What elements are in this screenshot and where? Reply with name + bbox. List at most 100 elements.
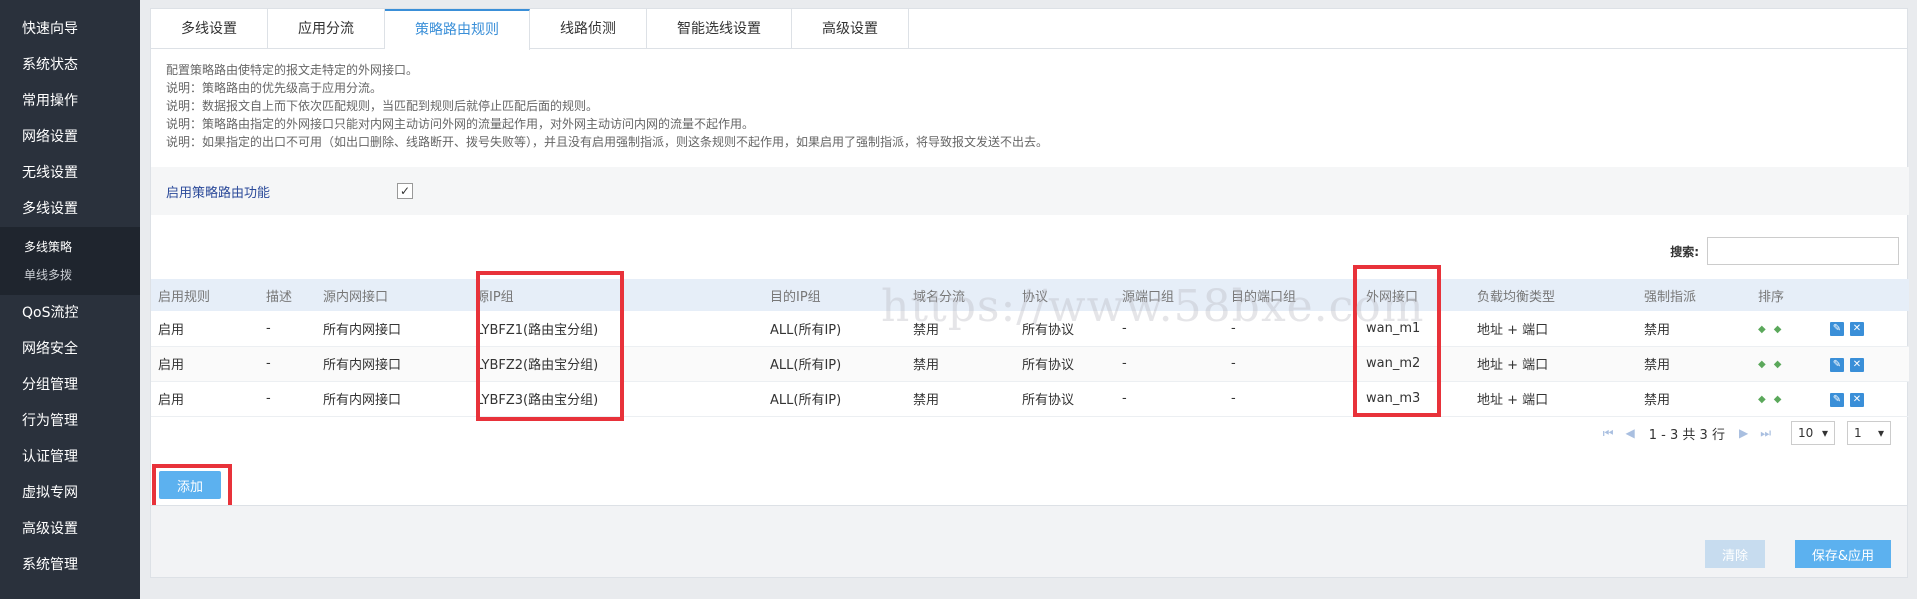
cell-domain-split: 禁用: [906, 381, 1015, 417]
sidebar-item-common-ops[interactable]: 常用操作: [0, 83, 140, 119]
rules-table: 启用规则 描述 源内网接口 源IP组 目的IP组 域名分流 协议 源端口组 目的…: [151, 279, 1909, 417]
page-size-select[interactable]: 10 ▾: [1791, 421, 1835, 445]
sidebar-item-wireless[interactable]: 无线设置: [0, 155, 140, 191]
cell-lb-type: 地址 + 端口: [1470, 311, 1637, 347]
tab-multiline-settings[interactable]: 多线设置: [151, 9, 268, 49]
cell-src-ip-group: LYBFZ2(路由宝分组): [469, 346, 763, 382]
first-page-icon[interactable]: ⏮: [1603, 426, 1614, 441]
next-page-icon[interactable]: ▶: [1739, 426, 1748, 440]
col-header-protocol[interactable]: 协议: [1015, 279, 1115, 311]
cell-wan-iface: wan_m2: [1359, 346, 1470, 382]
sidebar-item-qos[interactable]: QoS流控: [0, 295, 140, 331]
search-input[interactable]: [1707, 237, 1899, 265]
sidebar-item-advanced[interactable]: 高级设置: [0, 511, 140, 547]
cell-dst-port-group: -: [1224, 346, 1359, 382]
delete-icon[interactable]: ✕: [1850, 357, 1864, 372]
sidebar-subitem-multiline-policy[interactable]: 多线策略: [0, 233, 140, 261]
tab-line-detect[interactable]: 线路侦测: [530, 9, 647, 49]
cell-src-iface: 所有内网接口: [316, 346, 469, 382]
cell-force-assign: 禁用: [1637, 311, 1751, 347]
cell-dst-ip-group: ALL(所有IP): [763, 311, 906, 347]
cell-order: ◆ ◆: [1751, 346, 1823, 382]
sidebar-item-quick-guide[interactable]: 快速向导: [0, 11, 140, 47]
sidebar: 快速向导 系统状态 常用操作 网络设置 无线设置 多线设置 多线策略 单线多拨 …: [0, 0, 140, 599]
edit-icon[interactable]: ✎: [1830, 357, 1844, 372]
table-header-row: 启用规则 描述 源内网接口 源IP组 目的IP组 域名分流 协议 源端口组 目的…: [151, 279, 1909, 311]
cell-desc: -: [259, 381, 316, 417]
arrow-down-icon[interactable]: ◆: [1774, 359, 1782, 370]
tab-app-split[interactable]: 应用分流: [268, 9, 385, 49]
note-line: 说明：如果指定的出口不可用（如出口删除、线路断开、拨号失败等），并且没有启用强制…: [166, 135, 1049, 149]
edit-icon[interactable]: ✎: [1830, 392, 1844, 407]
col-header-domain-split[interactable]: 域名分流: [906, 279, 1015, 311]
pagination: ⏮ ◀ 1 - 3 共 3 行 ▶ ⏭ 10 ▾ 1 ▾: [1597, 421, 1891, 445]
sidebar-item-system-status[interactable]: 系统状态: [0, 47, 140, 83]
cell-protocol: 所有协议: [1015, 311, 1115, 347]
col-header-dst-port-group[interactable]: 目的端口组: [1224, 279, 1359, 311]
tab-smart-line[interactable]: 智能选线设置: [647, 9, 792, 49]
table-row: 启用 - 所有内网接口 LYBFZ1(路由宝分组) ALL(所有IP) 禁用 所…: [151, 311, 1909, 347]
cell-src-ip-group: LYBFZ3(路由宝分组): [469, 381, 763, 417]
cell-src-iface: 所有内网接口: [316, 381, 469, 417]
cell-src-ip-group: LYBFZ1(路由宝分组): [469, 311, 763, 347]
table-row: 启用 - 所有内网接口 LYBFZ2(路由宝分组) ALL(所有IP) 禁用 所…: [151, 346, 1909, 382]
enable-policy-row: 启用策略路由功能 ✓: [151, 167, 1909, 215]
cell-actions: ✎ ✕: [1823, 311, 1909, 347]
cell-domain-split: 禁用: [906, 346, 1015, 382]
col-header-force-assign[interactable]: 强制指派: [1637, 279, 1751, 311]
enable-policy-checkbox[interactable]: ✓: [397, 183, 413, 199]
col-header-src-port-group[interactable]: 源端口组: [1115, 279, 1224, 311]
tab-advanced[interactable]: 高级设置: [792, 9, 909, 49]
delete-icon[interactable]: ✕: [1850, 322, 1864, 337]
add-rule-button[interactable]: 添加: [159, 471, 221, 499]
prev-page-icon[interactable]: ◀: [1626, 426, 1635, 440]
sidebar-item-auth-mgmt[interactable]: 认证管理: [0, 439, 140, 475]
col-header-dst-ip-group[interactable]: 目的IP组: [763, 279, 906, 311]
cell-actions: ✎ ✕: [1823, 346, 1909, 382]
cell-dst-port-group: -: [1224, 311, 1359, 347]
note-line: 说明：策略路由的优先级高于应用分流。: [166, 81, 383, 95]
col-header-src-iface[interactable]: 源内网接口: [316, 279, 469, 311]
pagination-summary: 1 - 3 共 3 行: [1648, 427, 1725, 443]
cell-wan-iface: wan_m1: [1359, 311, 1470, 347]
cell-order: ◆ ◆: [1751, 381, 1823, 417]
sidebar-item-security[interactable]: 网络安全: [0, 331, 140, 367]
sidebar-item-system-mgmt[interactable]: 系统管理: [0, 547, 140, 583]
arrow-up-icon[interactable]: ◆: [1758, 394, 1766, 405]
delete-icon[interactable]: ✕: [1850, 392, 1864, 407]
tab-policy-routing[interactable]: 策略路由规则: [385, 9, 530, 50]
arrow-up-icon[interactable]: ◆: [1758, 324, 1766, 335]
last-page-icon[interactable]: ⏭: [1760, 426, 1771, 441]
cell-enable: 启用: [151, 381, 259, 417]
arrow-up-icon[interactable]: ◆: [1758, 359, 1766, 370]
sidebar-item-behavior-mgmt[interactable]: 行为管理: [0, 403, 140, 439]
col-header-wan-iface[interactable]: 外网接口: [1359, 279, 1470, 311]
table-row: 启用 - 所有内网接口 LYBFZ3(路由宝分组) ALL(所有IP) 禁用 所…: [151, 381, 1909, 417]
arrow-down-icon[interactable]: ◆: [1774, 394, 1782, 405]
col-header-desc[interactable]: 描述: [259, 279, 316, 311]
sidebar-item-multiline[interactable]: 多线设置: [0, 191, 140, 227]
enable-policy-label: 启用策略路由功能: [166, 186, 271, 201]
cell-desc: -: [259, 311, 316, 347]
note-line: 配置策略路由使特定的报文走特定的外网接口。: [166, 63, 419, 77]
sidebar-subitem-single-multi-dial[interactable]: 单线多拨: [0, 261, 140, 289]
cell-actions: ✎ ✕: [1823, 381, 1909, 417]
sidebar-item-group-mgmt[interactable]: 分组管理: [0, 367, 140, 403]
cell-wan-iface: wan_m3: [1359, 381, 1470, 417]
note-line: 说明：数据报文自上而下依次匹配规则，当匹配到规则后就停止匹配后面的规则。: [166, 99, 599, 113]
clear-button[interactable]: 清除: [1705, 540, 1765, 568]
arrow-down-icon[interactable]: ◆: [1774, 324, 1782, 335]
page-number-select[interactable]: 1 ▾: [1847, 421, 1891, 445]
sidebar-item-vpn[interactable]: 虚拟专网: [0, 475, 140, 511]
col-header-lb-type[interactable]: 负载均衡类型: [1470, 279, 1637, 311]
col-header-enable[interactable]: 启用规则: [151, 279, 259, 311]
edit-icon[interactable]: ✎: [1830, 322, 1844, 337]
search-bar: 搜索:: [1670, 237, 1899, 265]
cell-src-iface: 所有内网接口: [316, 311, 469, 347]
sidebar-item-network[interactable]: 网络设置: [0, 119, 140, 155]
save-apply-button[interactable]: 保存&应用: [1795, 540, 1891, 568]
col-header-src-ip-group[interactable]: 源IP组: [469, 279, 763, 311]
col-header-order: 排序: [1751, 279, 1823, 311]
col-header-actions: [1823, 279, 1909, 311]
footer-bar: 清除 保存&应用: [151, 505, 1907, 577]
